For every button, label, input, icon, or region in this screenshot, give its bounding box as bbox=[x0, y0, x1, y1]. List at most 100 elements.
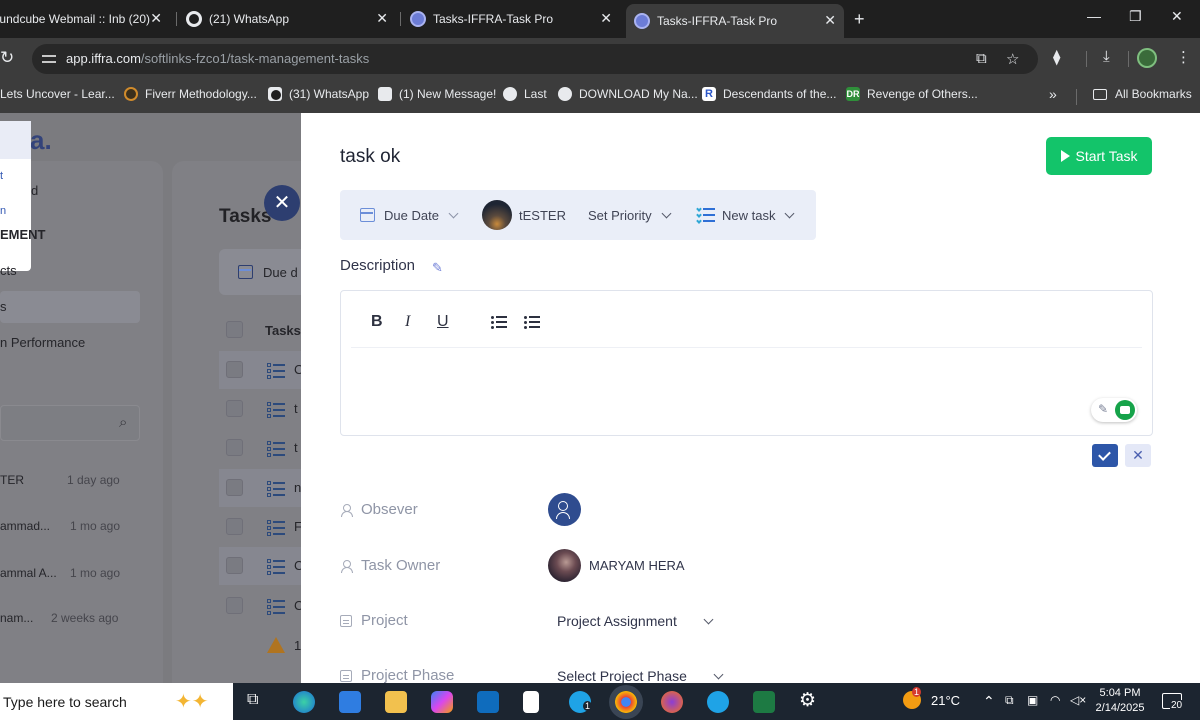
edge-icon[interactable] bbox=[293, 691, 315, 713]
reload-icon[interactable]: ↻ bbox=[0, 48, 14, 68]
wifi-icon[interactable]: ◠ bbox=[1050, 693, 1060, 707]
chevron-down-icon bbox=[785, 208, 795, 218]
project-select[interactable]: Project Assignment bbox=[557, 613, 714, 629]
play-icon bbox=[1060, 150, 1070, 162]
minimize-icon[interactable]: — bbox=[1087, 8, 1101, 24]
robot-icon bbox=[1115, 400, 1135, 420]
download-icon[interactable]: ⤓ bbox=[1103, 48, 1110, 65]
background-checkbox bbox=[226, 518, 243, 535]
tab-whatsapp[interactable]: (21) WhatsApp ✕ bbox=[186, 0, 396, 38]
tray-chevron-up-icon[interactable]: ⌃ bbox=[983, 693, 995, 710]
bookmark-item[interactable]: Last bbox=[503, 87, 547, 101]
settings-gear-icon[interactable]: ⚙ bbox=[799, 689, 816, 712]
ai-assist-toggle[interactable]: ✎ bbox=[1091, 398, 1137, 422]
firefox-icon[interactable] bbox=[661, 691, 683, 713]
save-description-button[interactable] bbox=[1092, 444, 1118, 467]
toolbar-divider bbox=[1086, 51, 1087, 67]
chevron-down-icon bbox=[661, 208, 672, 218]
tab-iffra-active[interactable]: Tasks-IFFRA-Task Pro ✕ bbox=[626, 4, 844, 38]
tab-close-icon[interactable]: ✕ bbox=[376, 10, 388, 27]
project-phase-select[interactable]: Select Project Phase bbox=[557, 668, 724, 683]
iffra-icon bbox=[410, 11, 426, 27]
start-task-button[interactable]: Start Task bbox=[1046, 137, 1152, 175]
menu-kebab-icon[interactable]: ⋮ bbox=[1176, 48, 1191, 66]
tab-roundcube[interactable]: (20) Roundcube Webmail :: Inb ✕ bbox=[0, 0, 170, 38]
add-observer-button[interactable] bbox=[548, 493, 581, 526]
outlook-icon[interactable] bbox=[477, 691, 499, 713]
volume-mute-icon[interactable]: ◁× bbox=[1070, 693, 1086, 707]
pencil-icon[interactable]: ✎ bbox=[432, 260, 443, 276]
chevron-down-icon bbox=[703, 614, 714, 624]
tab-close-icon[interactable]: ✕ bbox=[150, 10, 162, 27]
close-drawer-button[interactable]: ✕ bbox=[264, 185, 300, 221]
url-text[interactable]: app.iffra.com/softlinks-fzco1/task-manag… bbox=[66, 51, 369, 66]
whatsapp-icon bbox=[268, 87, 282, 101]
omnibox[interactable]: app.iffra.com/softlinks-fzco1/task-manag… bbox=[32, 44, 1038, 74]
task-list-icon bbox=[267, 441, 285, 457]
store-icon[interactable] bbox=[339, 691, 361, 713]
meet-icon[interactable]: ⧉ bbox=[1005, 693, 1014, 708]
chrome-icon[interactable] bbox=[615, 691, 637, 713]
priority-dropdown[interactable]: Set Priority bbox=[588, 190, 672, 240]
bold-button[interactable]: B bbox=[371, 313, 383, 331]
task-list-icon bbox=[267, 402, 285, 418]
assignee-selector[interactable]: tESTER bbox=[482, 190, 566, 240]
more-bookmarks-button[interactable]: » bbox=[1049, 86, 1057, 102]
bookmark-item[interactable]: (1) New Message! bbox=[378, 87, 496, 101]
site-settings-icon[interactable] bbox=[42, 52, 56, 66]
bookmark-item[interactable]: DR Revenge of Others... bbox=[846, 87, 978, 101]
extensions-icon[interactable]: ⧫ bbox=[1053, 48, 1060, 66]
bookmark-item[interactable]: Fiverr Methodology... bbox=[124, 87, 257, 101]
system-clock[interactable]: 5:04 PM 2/14/2025 bbox=[1092, 686, 1148, 716]
due-date-dropdown[interactable]: Due Date bbox=[360, 190, 459, 240]
chevron-down-icon bbox=[448, 208, 459, 218]
taskbar-search[interactable]: Type here to search ✦✦ bbox=[0, 683, 233, 720]
ordered-list-icon[interactable] bbox=[491, 316, 507, 329]
bookmark-item[interactable]: (31) WhatsApp bbox=[268, 87, 369, 101]
status-dropdown[interactable]: New task bbox=[696, 190, 795, 240]
weather-temp[interactable]: 21°C bbox=[931, 693, 960, 708]
project-phase-label: Project Phase bbox=[340, 667, 454, 683]
copilot-icon[interactable] bbox=[431, 691, 453, 713]
bookmark-star-icon[interactable]: ☆ bbox=[1006, 50, 1019, 68]
tab-iffra-1[interactable]: Tasks-IFFRA-Task Pro ✕ bbox=[410, 0, 620, 38]
background-activity-name: ammad... bbox=[0, 519, 51, 533]
underline-button[interactable]: U bbox=[437, 313, 449, 331]
task-title[interactable]: task ok bbox=[340, 146, 400, 168]
weather-icon[interactable]: 1 bbox=[903, 687, 922, 709]
install-app-icon[interactable]: ⧉ bbox=[976, 50, 987, 67]
description-text-area[interactable] bbox=[351, 351, 1141, 431]
bullet-list-icon[interactable] bbox=[524, 316, 540, 329]
iffra-icon bbox=[634, 13, 650, 29]
feather-icon: ✎ bbox=[1098, 402, 1109, 416]
tab-close-icon[interactable]: ✕ bbox=[824, 12, 836, 29]
search-icon: ⌕ bbox=[119, 414, 128, 431]
dr-icon: DR bbox=[846, 87, 860, 101]
app-logo: a. bbox=[30, 125, 52, 155]
bookmark-item[interactable]: Lets Uncover - Lear... bbox=[0, 87, 115, 101]
tab-close-icon[interactable]: ✕ bbox=[600, 10, 612, 27]
task-list-icon bbox=[696, 206, 715, 224]
file-explorer-icon[interactable] bbox=[385, 691, 407, 713]
owner-avatar[interactable] bbox=[548, 549, 581, 582]
profile-avatar[interactable] bbox=[1137, 48, 1157, 68]
cancel-description-button[interactable]: ✕ bbox=[1125, 444, 1151, 467]
excel-icon[interactable] bbox=[753, 691, 775, 713]
skype-icon[interactable]: 1 bbox=[569, 691, 593, 713]
all-bookmarks-button[interactable]: All Bookmarks bbox=[1093, 87, 1192, 101]
restore-icon[interactable]: ❐ bbox=[1129, 8, 1142, 25]
background-search-box: ⌕ bbox=[0, 405, 140, 441]
notification-badge: 20 bbox=[1170, 700, 1184, 711]
display-icon[interactable]: ▣ bbox=[1027, 693, 1038, 707]
close-window-icon[interactable]: ✕ bbox=[1171, 8, 1183, 25]
bookmark-item[interactable]: R Descendants of the... bbox=[702, 87, 836, 101]
bookmark-item[interactable]: DOWNLOAD My Na... bbox=[558, 87, 698, 101]
italic-button[interactable]: I bbox=[405, 313, 410, 331]
notepad-icon[interactable] bbox=[523, 691, 539, 713]
task-view-icon[interactable]: ⧉ bbox=[247, 691, 258, 709]
background-filter: Due d bbox=[219, 249, 309, 295]
background-row-text: t bbox=[294, 440, 298, 455]
new-tab-button[interactable]: + bbox=[854, 9, 865, 30]
skype-icon[interactable] bbox=[707, 691, 729, 713]
owner-name: MARYAM HERA bbox=[589, 558, 685, 573]
